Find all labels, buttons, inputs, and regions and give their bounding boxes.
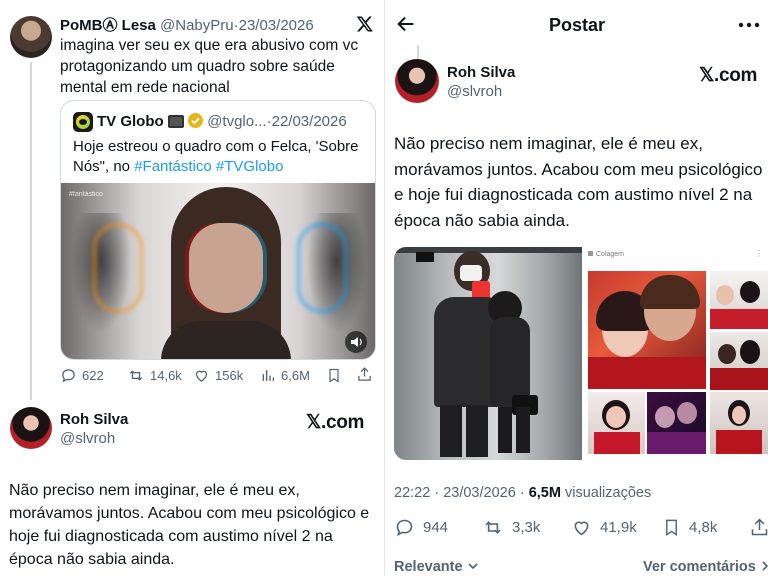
- quote-header: TV Globo @tvglo...·22/03/2026: [97, 113, 347, 130]
- quote-author-handle[interactable]: @tvglo...: [207, 113, 266, 130]
- separator: ·: [434, 485, 440, 501]
- bookmark-icon: [329, 368, 339, 383]
- share-button[interactable]: [356, 366, 373, 388]
- heart-icon: [195, 370, 208, 382]
- repost-button[interactable]: 3,3k: [482, 517, 540, 538]
- author-handle[interactable]: @slvroh: [60, 430, 115, 447]
- views-count: 6,6M: [281, 368, 310, 383]
- author-name[interactable]: PoMBⒶ Lesa: [60, 17, 156, 34]
- quoted-post[interactable]: TV Globo @tvglo...·22/03/2026 Hoje estre…: [60, 100, 376, 360]
- post-meta: 22:22 · 23/03/2026 · 6,5M visualizações: [394, 485, 651, 501]
- views-label: visualizações: [564, 485, 652, 501]
- author-handle[interactable]: @slvroh: [447, 83, 502, 100]
- quote-video-thumbnail[interactable]: #fantástico: [61, 183, 375, 359]
- collage-more-icon: ⋮: [755, 249, 763, 258]
- post-date[interactable]: 23/03/2026: [239, 17, 314, 34]
- views-chart-icon: [262, 370, 274, 381]
- xcom-brand: 𝕏.com: [699, 65, 758, 86]
- see-replies-label: Ver comentários: [643, 559, 756, 575]
- thread-line: [417, 45, 419, 59]
- author-name[interactable]: Roh Silva: [447, 64, 515, 81]
- bookmark-count: 4,8k: [689, 519, 718, 536]
- x-logo-icon: [356, 15, 374, 33]
- speaker-icon: [351, 337, 362, 347]
- mute-button[interactable]: [345, 331, 367, 353]
- quote-text: Hoje estreou o quadro com o Felca, 'Sobr…: [73, 137, 369, 177]
- repost-icon: [485, 521, 501, 534]
- quote-date[interactable]: 22/03/2026: [272, 113, 347, 130]
- chevron-right-icon: [762, 561, 768, 571]
- tv-globo-logo-icon: [73, 112, 93, 132]
- avatar[interactable]: [10, 16, 52, 58]
- collage-icon: [588, 251, 593, 256]
- repost-count: 14,6k: [150, 368, 182, 383]
- like-count: 156k: [215, 368, 244, 383]
- post-time[interactable]: 22:22: [394, 485, 430, 501]
- post-date[interactable]: 23/03/2026: [443, 485, 516, 501]
- page-title: Postar: [548, 15, 606, 35]
- post-header: PoMBⒶ Lesa @NabyPru·23/03/2026: [60, 14, 314, 35]
- reply-count: 622: [82, 368, 104, 383]
- heart-icon: [574, 521, 589, 536]
- post-text: Não preciso nem imaginar, ele é meu ex, …: [394, 134, 763, 230]
- video-watermark: #fantástico: [69, 191, 103, 198]
- reply-icon: [62, 369, 75, 383]
- media-collage[interactable]: Colagem ⋮: [584, 247, 768, 460]
- share-icon: [751, 518, 768, 536]
- share-button[interactable]: [749, 517, 768, 543]
- reply-icon: [396, 519, 413, 537]
- more-horizontal-icon: [738, 22, 760, 28]
- views-count[interactable]: 6,5M: [529, 485, 561, 501]
- sort-label: Relevante: [394, 559, 463, 575]
- collage-header: Colagem: [588, 251, 624, 258]
- repost-count: 3,3k: [512, 519, 541, 536]
- sort-dropdown[interactable]: Relevante: [394, 559, 479, 575]
- post-text: imagina ver seu ex que era abusivo com v…: [60, 37, 359, 96]
- bookmark-button[interactable]: 4,8k: [662, 517, 717, 538]
- post-text: Não preciso nem imaginar, ele é meu ex, …: [9, 482, 370, 568]
- author-name[interactable]: Roh Silva: [60, 411, 128, 428]
- more-button[interactable]: [737, 15, 761, 40]
- share-icon: [358, 367, 371, 381]
- repost-icon: [129, 370, 143, 381]
- views-button[interactable]: 6,6M: [260, 367, 310, 384]
- like-count: 41,9k: [600, 519, 637, 536]
- collage-label: Colagem: [596, 251, 625, 258]
- separator: ·: [519, 485, 525, 501]
- bookmark-icon: [666, 519, 677, 536]
- left-screenshot: PoMBⒶ Lesa @NabyPru·23/03/2026 imagina v…: [0, 0, 384, 576]
- tv-emoji-icon: [167, 115, 184, 128]
- avatar[interactable]: [10, 407, 52, 449]
- repost-button[interactable]: 14,6k: [127, 367, 182, 384]
- avatar[interactable]: [395, 59, 439, 103]
- reply-button[interactable]: 944: [394, 517, 448, 538]
- thread-line: [30, 62, 32, 400]
- right-screenshot: Postar Roh Silva @slvroh 𝕏.com Não preci…: [384, 0, 768, 576]
- like-button[interactable]: 156k: [193, 367, 243, 384]
- reply-count: 944: [423, 519, 449, 536]
- like-button[interactable]: 41,9k: [571, 517, 637, 538]
- bookmark-button[interactable]: [326, 367, 342, 389]
- author-handle[interactable]: @NabyPru: [160, 17, 234, 34]
- reply-button[interactable]: 622: [60, 367, 104, 384]
- media-photo-elevator[interactable]: [394, 247, 582, 460]
- hashtag-link[interactable]: #TVGlobo: [216, 158, 284, 175]
- hashtag-link[interactable]: #Fantástico: [134, 158, 212, 175]
- xcom-brand: 𝕏.com: [306, 412, 365, 433]
- see-replies-link[interactable]: Ver comentários: [643, 559, 768, 575]
- verified-badge-icon: [188, 113, 204, 128]
- quote-author-name[interactable]: TV Globo: [97, 113, 164, 130]
- chevron-down-icon: [467, 563, 478, 570]
